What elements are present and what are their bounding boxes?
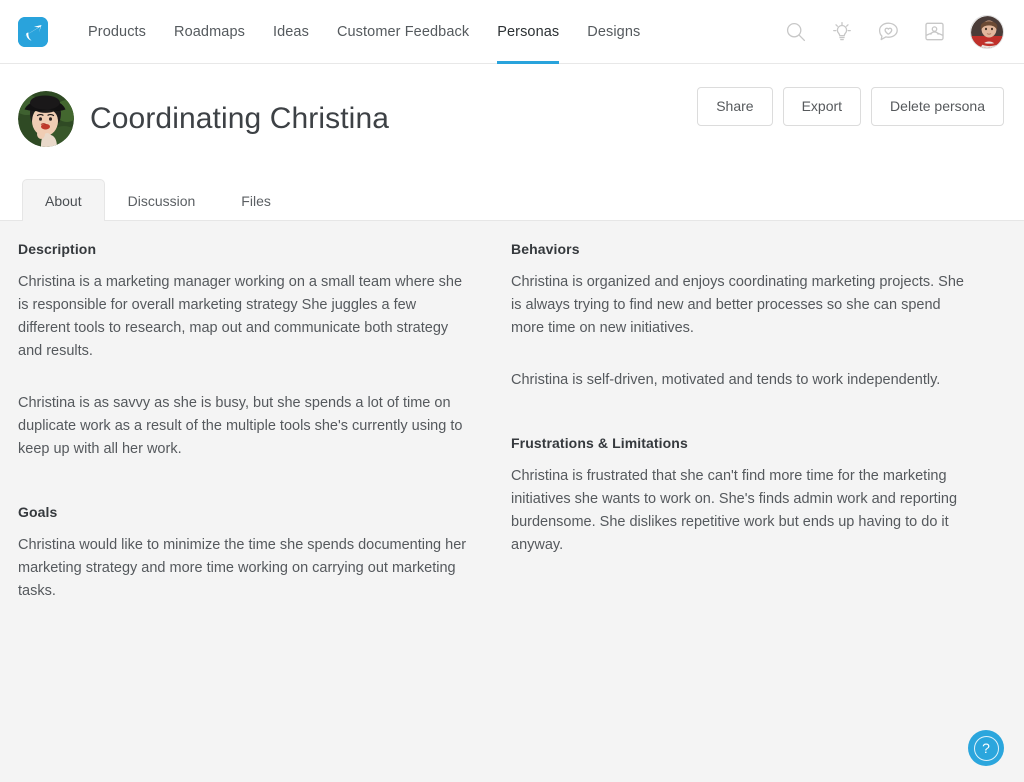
delete-persona-button[interactable]: Delete persona xyxy=(871,87,1004,126)
inbox-person-icon[interactable] xyxy=(920,18,948,46)
right-column: Behaviors Christina is organized and enj… xyxy=(511,241,1004,602)
comment-heart-icon[interactable] xyxy=(874,18,902,46)
search-icon[interactable] xyxy=(782,18,810,46)
tab-about[interactable]: About xyxy=(22,179,105,222)
page-title-block: Coordinating Christina xyxy=(18,82,697,155)
description-paragraph-1: Christina is a marketing manager working… xyxy=(18,274,463,360)
page-title: Coordinating Christina xyxy=(90,102,390,136)
behaviors-paragraph-1: Christina is organized and enjoys coordi… xyxy=(511,274,964,337)
frustrations-paragraph-1: Christina is frustrated that she can't f… xyxy=(511,468,958,553)
left-column: Description Christina is a marketing man… xyxy=(18,241,511,602)
section-goals: Goals Christina would like to minimize t… xyxy=(18,504,471,603)
user-avatar[interactable] xyxy=(970,14,1004,49)
nav-link-ideas[interactable]: Ideas xyxy=(259,0,323,64)
persona-avatar[interactable] xyxy=(18,90,74,147)
description-paragraph-2: Christina is as savvy as she is busy, bu… xyxy=(18,395,463,457)
tab-discussion[interactable]: Discussion xyxy=(105,179,219,221)
nav-link-products[interactable]: Products xyxy=(74,0,160,64)
section-heading-frustrations: Frustrations & Limitations xyxy=(511,435,688,451)
nav-link-personas[interactable]: Personas xyxy=(483,0,573,64)
aha-logo[interactable] xyxy=(18,16,48,47)
nav-icon-group xyxy=(782,14,1004,49)
tab-files[interactable]: Files xyxy=(218,179,294,221)
tab-label: Discussion xyxy=(127,193,196,210)
goals-paragraph-1: Christina would like to minimize the tim… xyxy=(18,536,467,599)
section-behaviors: Behaviors Christina is organized and enj… xyxy=(511,241,964,392)
nav-link-roadmaps[interactable]: Roadmaps xyxy=(160,0,259,64)
section-heading-goals: Goals xyxy=(18,503,58,520)
page-header-actions: Share Export Delete persona xyxy=(697,82,1004,126)
nav-link-label: Designs xyxy=(587,23,641,40)
question-mark-icon: ? xyxy=(973,735,999,761)
section-description: Description Christina is a marketing man… xyxy=(18,241,471,460)
tab-label: Files xyxy=(241,193,271,210)
export-button[interactable]: Export xyxy=(782,87,862,126)
tabs-container: About Discussion Files xyxy=(0,155,1024,222)
top-navigation-bar: Products Roadmaps Ideas Customer Feedbac… xyxy=(0,0,1024,64)
page-header: Coordinating Christina Share Export Dele… xyxy=(0,64,1024,156)
nav-link-label: Products xyxy=(88,23,147,40)
tab-list: About Discussion Files xyxy=(22,179,1024,222)
lightbulb-icon[interactable] xyxy=(828,18,856,46)
nav-link-label: Roadmaps xyxy=(174,23,245,40)
nav-link-label: Ideas xyxy=(272,23,309,40)
nav-link-label: Customer Feedback xyxy=(336,23,470,40)
share-button[interactable]: Share xyxy=(697,87,773,126)
help-button[interactable]: ? xyxy=(968,730,1004,767)
content-grid: Description Christina is a marketing man… xyxy=(18,241,1004,602)
section-heading-behaviors: Behaviors xyxy=(511,241,580,258)
about-tab-panel: Description Christina is a marketing man… xyxy=(0,220,1024,782)
tab-label: About xyxy=(45,193,82,210)
section-heading-description: Description xyxy=(18,241,97,258)
primary-nav: Products Roadmaps Ideas Customer Feedbac… xyxy=(74,0,782,64)
nav-link-designs[interactable]: Designs xyxy=(573,0,654,64)
nav-link-customer-feedback[interactable]: Customer Feedback xyxy=(323,0,483,64)
behaviors-paragraph-2: Christina is self-driven, motivated and … xyxy=(511,372,941,389)
nav-link-label: Personas xyxy=(497,23,560,40)
section-frustrations: Frustrations & Limitations Christina is … xyxy=(511,435,964,557)
